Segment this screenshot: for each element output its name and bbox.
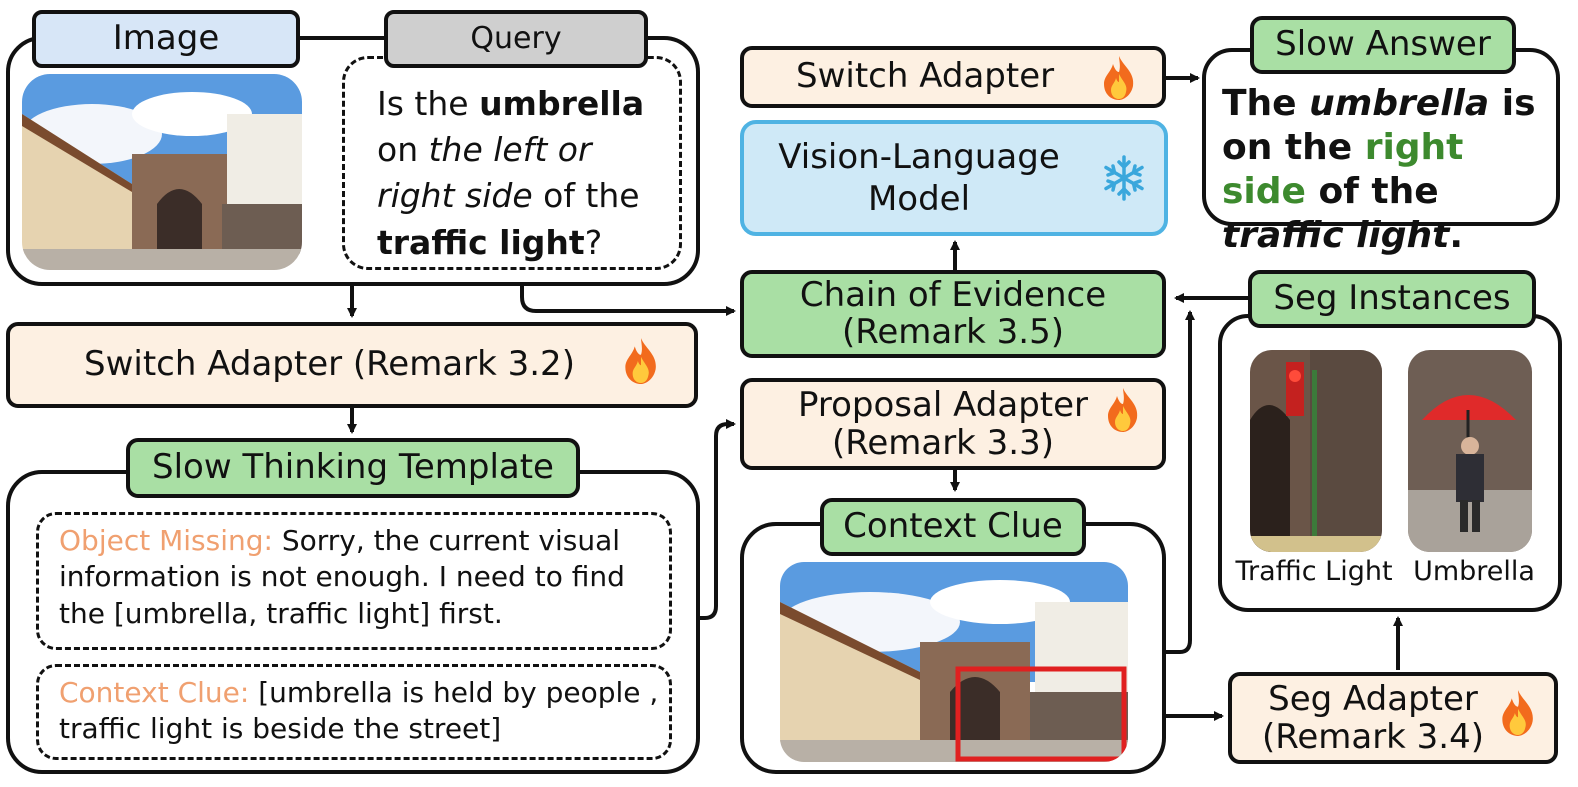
query-text: Is the umbrella on the left or right sid… xyxy=(377,84,645,262)
query-tag: Query xyxy=(384,10,648,68)
flame-icon xyxy=(1502,690,1533,736)
traffic-light-crop xyxy=(1250,350,1382,552)
umbrella-label: Umbrella xyxy=(1413,556,1535,587)
context-clue-entry-box: Context Clue: [umbrella is held by peopl… xyxy=(36,664,672,760)
arrow-context-to-chain xyxy=(1166,310,1195,654)
traffic-light-label: Traffic Light xyxy=(1235,556,1393,587)
flame-icon xyxy=(1108,388,1138,432)
arrow-to-proposal-adapter xyxy=(700,419,736,620)
slow-answer-text: The umbrella is on the right side of the… xyxy=(1222,83,1536,256)
object-missing-text: Object Missing: Sorry, the current visua… xyxy=(59,524,625,630)
slow-answer-tag: Slow Answer xyxy=(1250,16,1516,74)
arrow-query-to-chain xyxy=(520,285,736,316)
flame-icon xyxy=(625,338,656,384)
umbrella-crop xyxy=(1408,350,1532,552)
object-missing-box: Object Missing: Sorry, the current visua… xyxy=(36,512,672,650)
proposal-adapter: Proposal Adapter (Remark 3.3) xyxy=(740,378,1166,470)
switch-adapter-left: Switch Adapter (Remark 3.2) xyxy=(6,322,698,408)
image-tag: Image xyxy=(32,10,300,68)
context-clue-entry-text: Context Clue: [umbrella is held by peopl… xyxy=(59,676,659,746)
context-clue-image xyxy=(780,562,1128,762)
flame-icon xyxy=(1104,56,1134,100)
seg-instances-tag: Seg Instances xyxy=(1248,270,1536,328)
chain-of-evidence: Chain of Evidence (Remark 3.5) xyxy=(740,270,1166,358)
input-image xyxy=(22,74,302,270)
slow-thinking-tag: Slow Thinking Template xyxy=(126,438,580,498)
query-box: Is the umbrella on the left or right sid… xyxy=(342,56,682,270)
context-clue-tag: Context Clue xyxy=(820,498,1086,556)
snowflake-icon xyxy=(1104,155,1144,201)
